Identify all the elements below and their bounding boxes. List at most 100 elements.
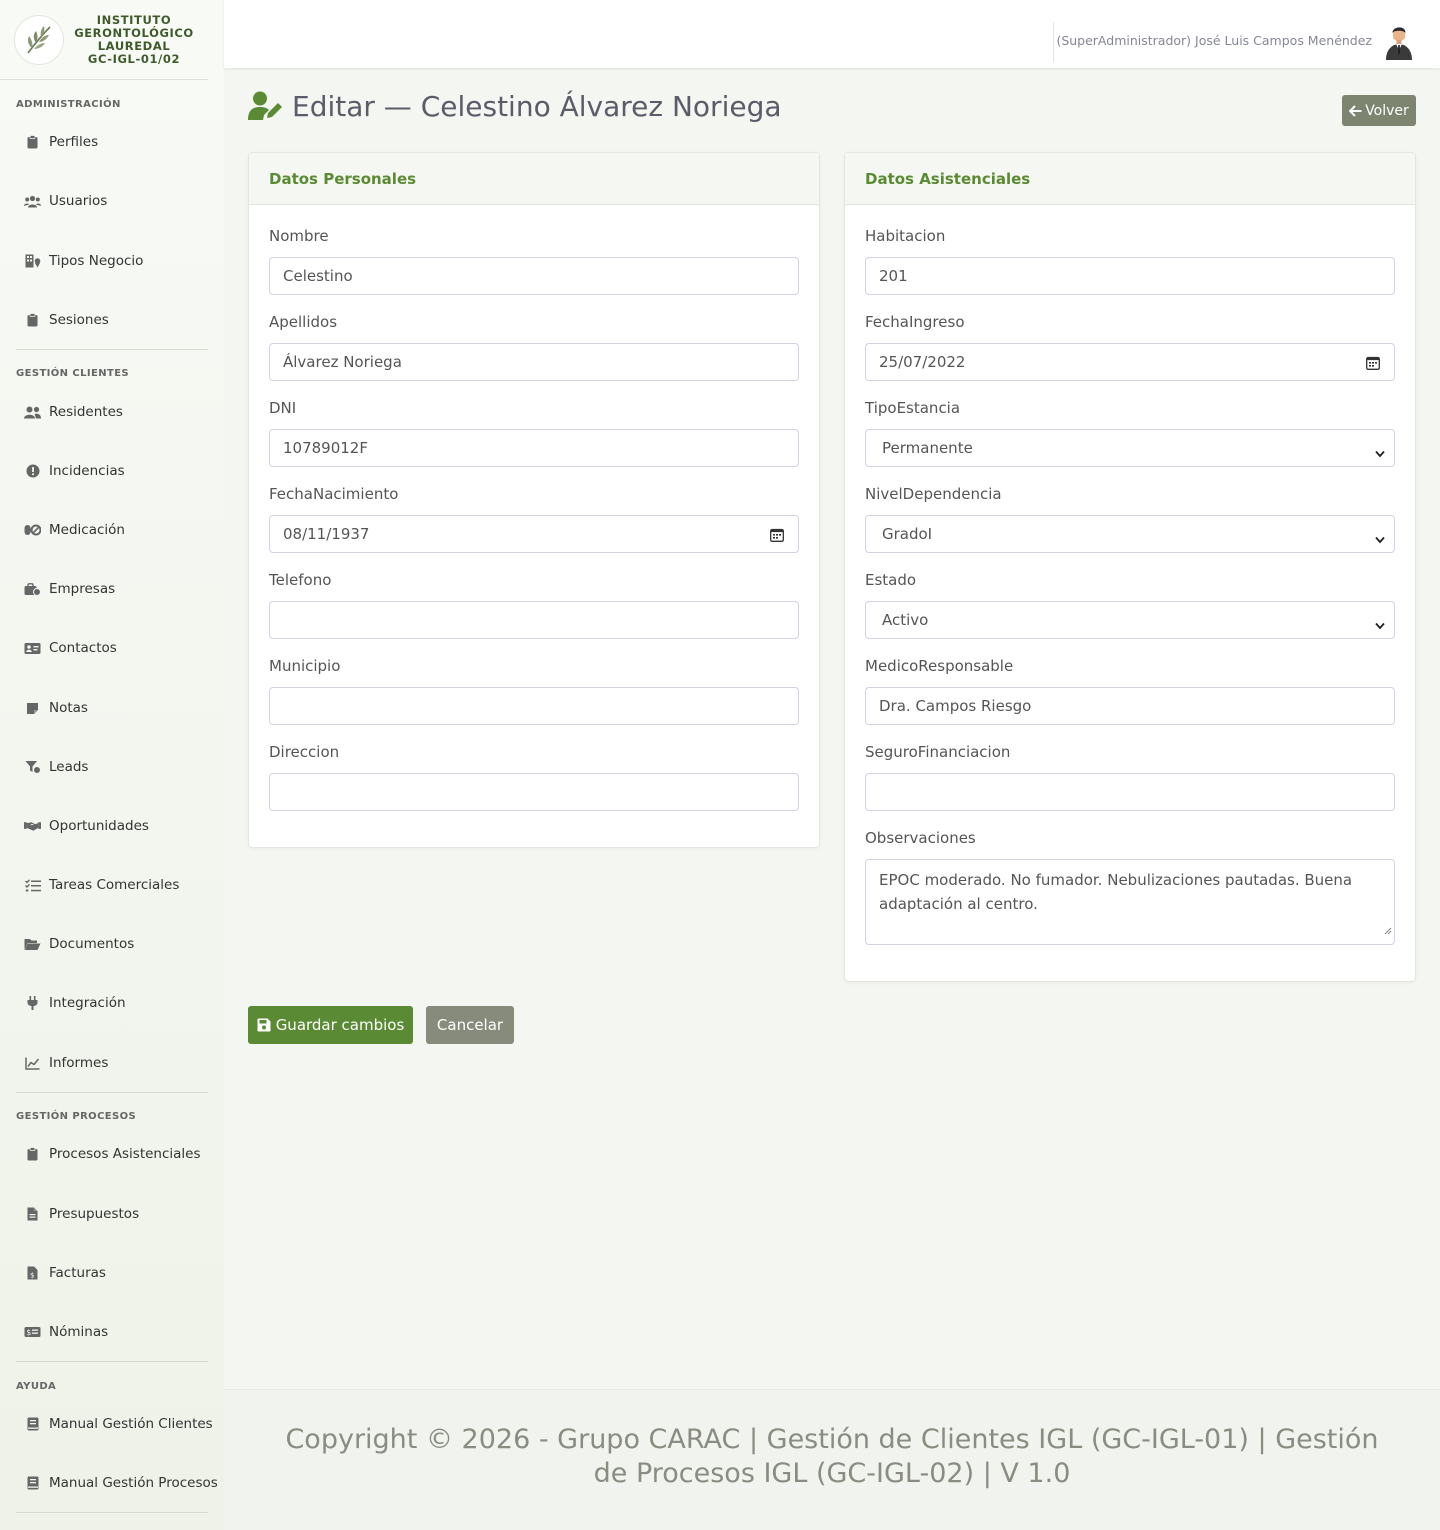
cancel-button[interactable]: Cancelar <box>426 1006 514 1044</box>
sidebar-item-manual-gestion-procesos[interactable]: Manual Gestión Procesos <box>24 1472 218 1494</box>
user-name[interactable]: (SuperAdministrador) José Luis Campos Me… <box>1056 33 1372 48</box>
field-label-direccion: Direccion <box>269 743 340 761</box>
sidebar-item-empresas[interactable]: Empresas <box>24 578 115 600</box>
sidebar-item-oportunidades[interactable]: Oportunidades <box>24 815 149 837</box>
topbar-divider <box>1053 22 1054 62</box>
sidebar-item-label: Procesos Asistenciales <box>49 1146 201 1162</box>
sidebar-divider <box>16 1092 208 1093</box>
sidebar-item-sesiones[interactable]: Sesiones <box>24 309 109 331</box>
sidebar-item-label: Tipos Negocio <box>49 253 144 269</box>
back-button[interactable]: Volver <box>1342 95 1416 126</box>
field-label-fecha-ingreso: FechaIngreso <box>865 313 965 331</box>
apellidos-input[interactable]: Álvarez Noriega <box>269 343 799 381</box>
sidebar-item-presupuestos[interactable]: Presupuestos <box>24 1203 139 1225</box>
dni-input[interactable]: 10789012F <box>269 429 799 467</box>
save-icon <box>257 1018 271 1032</box>
municipio-input[interactable] <box>269 687 799 725</box>
sidebar-divider <box>16 1512 208 1513</box>
sidebar-heading-gestion-procesos: GESTIÓN PROCESOS <box>16 1111 137 1122</box>
pills-icon <box>24 523 41 537</box>
tasks-icon <box>24 878 41 892</box>
filter-icon <box>24 760 41 774</box>
fecha-ingreso-input[interactable]: 25/07/2022 <box>865 343 1395 381</box>
sidebar-item-residentes[interactable]: Residentes <box>24 401 123 423</box>
sidebar-item-contactos[interactable]: Contactos <box>24 637 117 659</box>
telefono-input[interactable] <box>269 601 799 639</box>
sidebar-item-label: Presupuestos <box>49 1206 140 1222</box>
field-label-dni: DNI <box>269 399 297 417</box>
nivel-dependencia-select[interactable]: GradoI <box>865 515 1395 553</box>
sidebar-item-label: Leads <box>49 759 89 775</box>
resize-handle-icon[interactable] <box>1384 918 1392 942</box>
calendar-icon[interactable] <box>1366 356 1380 374</box>
sidebar-item-informes[interactable]: Informes <box>24 1052 108 1074</box>
field-label-fecha-nacimiento: FechaNacimiento <box>269 485 399 503</box>
sidebar-item-manual-gestion-clientes[interactable]: Manual Gestión Clientes <box>24 1413 213 1435</box>
sidebar-item-label: Tareas Comerciales <box>49 877 180 893</box>
field-label-tipo-estancia: TipoEstancia <box>865 399 961 417</box>
estado-value: Activo <box>882 611 929 629</box>
sidebar-item-procesos-asistenciales[interactable]: Procesos Asistenciales <box>24 1143 201 1165</box>
laurel-logo-icon <box>14 14 64 65</box>
field-label-seguro-financiacion: SeguroFinanciacion <box>865 743 1011 761</box>
avatar[interactable] <box>1384 24 1414 60</box>
sidebar-item-label: Residentes <box>49 404 123 420</box>
briefcase-icon <box>24 582 41 596</box>
book-icon <box>24 1476 41 1490</box>
observaciones-textarea[interactable]: EPOC moderado. No fumador. Nebulizacione… <box>865 859 1395 945</box>
sidebar-item-label: Sesiones <box>49 312 109 328</box>
chevron-down-icon <box>1375 616 1385 634</box>
direccion-input[interactable] <box>269 773 799 811</box>
sidebar-heading-ayuda: AYUDA <box>16 1381 57 1392</box>
sidebar-item-documentos[interactable]: Documentos <box>24 933 134 955</box>
sidebar-item-nominas[interactable]: $ Nóminas <box>24 1321 108 1343</box>
nombre-input[interactable]: Celestino <box>269 257 799 295</box>
id-card-icon <box>24 641 41 655</box>
arrow-left-icon <box>1349 104 1362 117</box>
sidebar-item-label: Incidencias <box>49 463 125 479</box>
svg-text:$: $ <box>30 1272 34 1280</box>
field-label-nivel-dependencia: NivelDependencia <box>865 485 1002 503</box>
fecha-ingreso-value: 25/07/2022 <box>879 353 966 371</box>
brand-name: INSTITUTO GERONTOLÓGICO LAUREDAL GC-IGL-… <box>64 12 208 66</box>
nivel-dependencia-value: GradoI <box>882 525 933 543</box>
sidebar-item-label: Medicación <box>49 522 125 538</box>
sidebar-item-label: Facturas <box>49 1265 106 1281</box>
field-label-telefono: Telefono <box>269 571 332 589</box>
habitacion-input[interactable]: 201 <box>865 257 1395 295</box>
sidebar-item-label: Notas <box>49 700 88 716</box>
save-button[interactable]: Guardar cambios <box>248 1006 413 1044</box>
sidebar-item-integracion[interactable]: Integración <box>24 992 126 1014</box>
seguro-financiacion-input[interactable] <box>865 773 1395 811</box>
file-icon <box>24 1207 41 1221</box>
sidebar-item-tipos-negocio[interactable]: Tipos Negocio <box>24 250 143 272</box>
chevron-down-icon <box>1375 444 1385 462</box>
sidebar-item-perfiles[interactable]: Perfiles <box>24 131 98 153</box>
tipo-estancia-select[interactable]: Permanente <box>865 429 1395 467</box>
sidebar-item-incidencias[interactable]: Incidencias <box>24 460 125 482</box>
sidebar-divider <box>16 349 208 350</box>
sidebar-item-usuarios[interactable]: Usuarios <box>24 190 107 212</box>
sidebar-item-notas[interactable]: Notas <box>24 697 88 719</box>
medico-responsable-input[interactable]: Dra. Campos Riesgo <box>865 687 1395 725</box>
calendar-icon[interactable] <box>770 528 784 546</box>
estado-select[interactable]: Activo <box>865 601 1395 639</box>
sidebar-item-facturas[interactable]: $ Facturas <box>24 1262 106 1284</box>
sidebar-item-label: Perfiles <box>49 134 99 150</box>
fecha-nacimiento-value: 08/11/1937 <box>283 525 370 543</box>
sidebar-item-leads[interactable]: Leads <box>24 756 88 778</box>
chart-line-icon <box>24 1056 41 1070</box>
sidebar-item-tareas-comerciales[interactable]: Tareas Comerciales <box>24 874 179 896</box>
sidebar-divider <box>16 1361 208 1362</box>
fecha-nacimiento-input[interactable]: 08/11/1937 <box>269 515 799 553</box>
money-icon: $ <box>24 1325 41 1339</box>
cancel-button-label: Cancelar <box>436 1016 504 1034</box>
brand-line: INSTITUTO <box>96 12 172 27</box>
card-title: Datos Personales <box>249 153 819 205</box>
sidebar-item-medicacion[interactable]: Medicación <box>24 519 125 541</box>
brand[interactable]: INSTITUTO GERONTOLÓGICO LAUREDAL GC-IGL-… <box>0 0 208 80</box>
footer: Copyright © 2026 - Grupo CARAC | Gestión… <box>224 1389 1440 1530</box>
folder-open-icon <box>24 937 41 951</box>
sidebar-item-label: Nóminas <box>49 1324 109 1340</box>
personal-data-card: Datos Personales Nombre Celestino Apelli… <box>248 152 820 848</box>
